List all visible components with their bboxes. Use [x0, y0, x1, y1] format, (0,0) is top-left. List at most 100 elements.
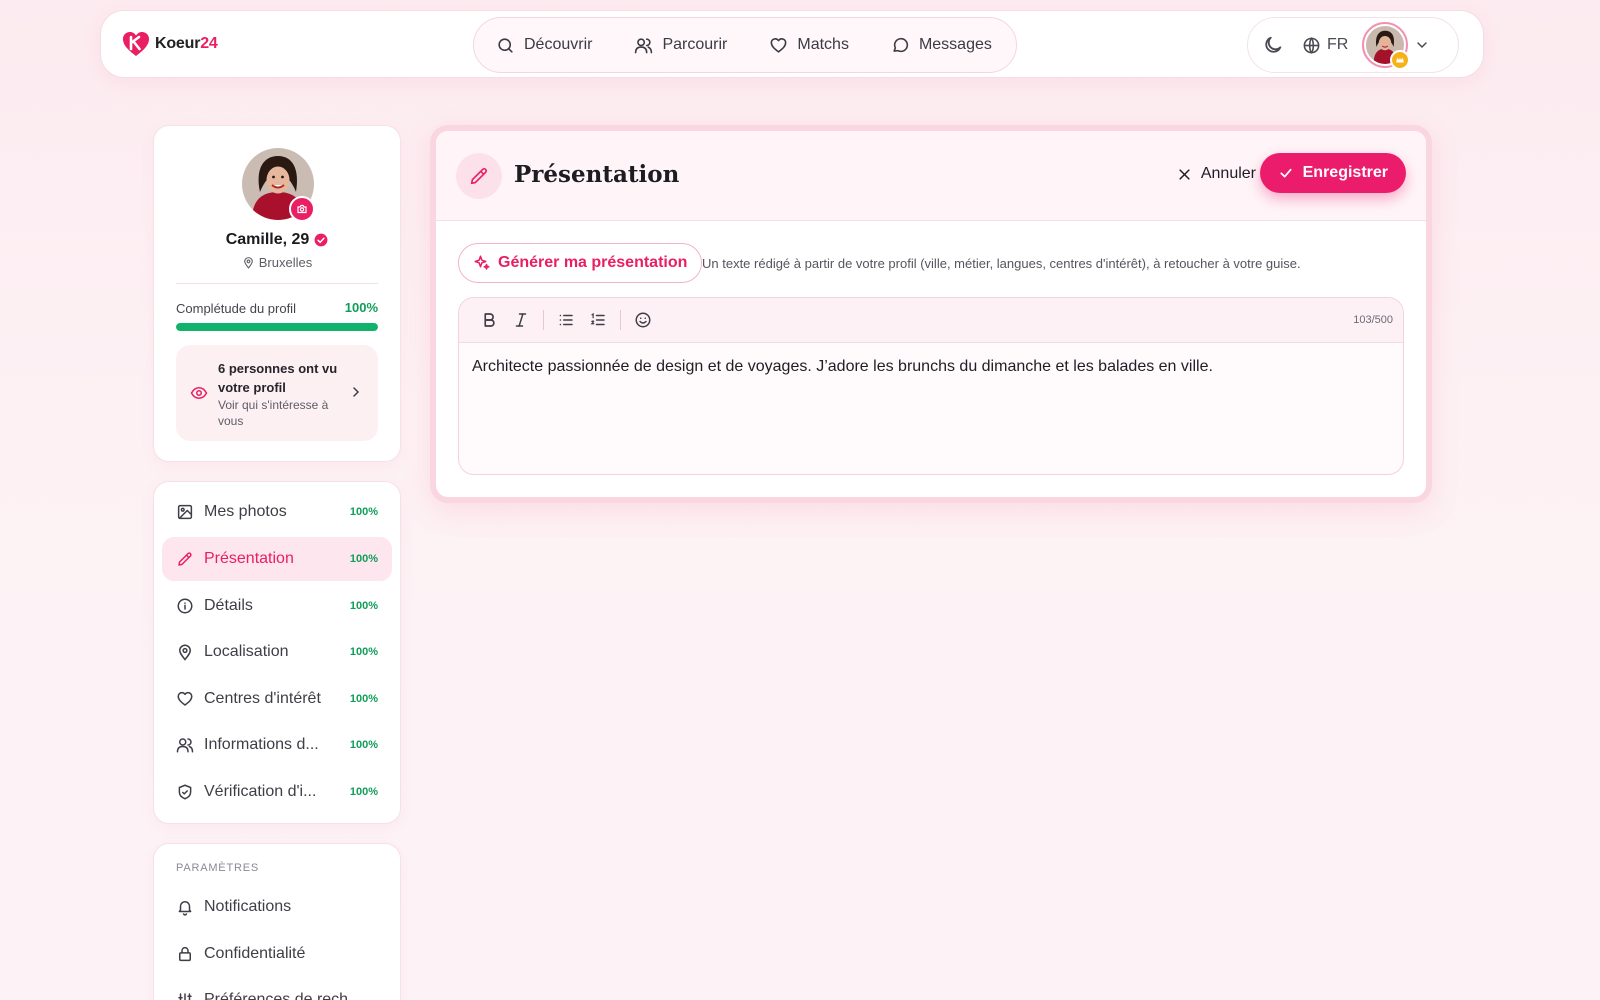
settings-heading: PARAMÈTRES: [176, 862, 259, 874]
chevron-right-icon: [353, 387, 360, 397]
settings-label: Confidentialité: [204, 945, 306, 962]
character-count: 103/500: [1353, 314, 1393, 326]
check-icon: [1280, 168, 1292, 178]
italic-button[interactable]: [505, 304, 537, 336]
menu-item-presentation[interactable]: Présentation 100%: [162, 537, 392, 581]
cancel-label: Annuler: [1200, 165, 1256, 182]
italic-icon: [515, 313, 527, 327]
nav-item-parcourir[interactable]: Parcourir: [632, 36, 747, 55]
numbered-list-icon: [590, 312, 605, 326]
brand-name: Koeur24: [155, 35, 218, 53]
heart-icon: [770, 37, 787, 53]
user-avatar-button[interactable]: [1362, 22, 1411, 70]
koeur-logo-icon: [123, 32, 149, 56]
nav-label: Matchs: [797, 36, 849, 53]
generate-label: Générer ma présentation: [498, 254, 688, 271]
users-icon: [635, 37, 653, 53]
menu-percent: 100%: [349, 786, 378, 798]
generate-hint: Un texte rédigé à partir de votre profil…: [702, 256, 1301, 271]
image-icon: [177, 504, 193, 520]
header-icon-circle: [456, 153, 502, 199]
bold-button[interactable]: [473, 304, 505, 336]
presentation-editor-card: Présentation Annuler Enregistrer Générer…: [430, 125, 1432, 503]
editor-toolbar: 103/500: [459, 298, 1403, 343]
pencil-icon: [470, 168, 487, 185]
settings-item-preferences[interactable]: Préférences de rech: [162, 978, 392, 1000]
menu-percent: 100%: [349, 739, 378, 751]
brand-name-main: Koeur: [155, 35, 201, 52]
toolbar-divider: [620, 310, 621, 330]
menu-label: Présentation: [204, 550, 294, 567]
save-button[interactable]: Enregistrer: [1259, 153, 1406, 193]
menu-item-centres-interet[interactable]: Centres d'intérêt 100%: [162, 677, 392, 721]
menu-label: Mes photos: [204, 503, 287, 520]
premium-crown-icon: [1390, 50, 1411, 70]
close-icon: [1179, 168, 1190, 180]
presentation-text-area[interactable]: Architecte passionnée de design et de vo…: [472, 356, 1389, 378]
brand-name-suffix: 24: [200, 35, 218, 52]
profile-location: Bruxelles: [154, 255, 400, 270]
emoji-button[interactable]: [627, 304, 659, 336]
settings-item-notifications[interactable]: Notifications: [162, 885, 392, 929]
user-controls: FR: [1247, 17, 1459, 73]
profile-views-link[interactable]: 6 personnes ont vu votre profil Voir qui…: [176, 345, 378, 441]
menu-label: Informations d...: [204, 736, 319, 753]
map-pin-icon: [178, 644, 192, 661]
map-pin-icon: [243, 257, 253, 269]
nav-item-matchs[interactable]: Matchs: [767, 36, 869, 55]
camera-icon[interactable]: [289, 196, 315, 222]
completion-progress-bar: [176, 323, 378, 331]
verified-badge-icon: [314, 233, 328, 247]
users-icon: [176, 738, 194, 753]
menu-item-mes-photos[interactable]: Mes photos 100%: [162, 490, 392, 534]
settings-menu: PARAMÈTRES Notifications Confidentialité…: [153, 843, 401, 1000]
rich-text-editor: 103/500 Architecte passionnée de design …: [458, 297, 1404, 475]
nav-label: Messages: [918, 36, 992, 53]
sparkles-icon: [474, 255, 490, 270]
bell-icon: [178, 901, 192, 916]
nav-item-decouvrir[interactable]: Découvrir: [494, 36, 612, 55]
profile-sections-menu: Mes photos 100% Présentation 100% Détail…: [153, 481, 401, 824]
settings-item-confidentialite[interactable]: Confidentialité: [162, 932, 392, 976]
numbered-list-button[interactable]: [582, 304, 614, 336]
completion-progress-fill: [176, 323, 378, 331]
top-navigation-bar: Koeur24 Découvrir Parcourir Matchs Messa…: [100, 10, 1484, 78]
bullet-list-button[interactable]: [550, 304, 582, 336]
eye-icon: [190, 386, 208, 400]
completion-label: Complétude du profil: [176, 301, 296, 316]
page-title: Présentation: [514, 161, 680, 188]
main-nav: Découvrir Parcourir Matchs Messages: [473, 17, 1017, 73]
menu-item-details[interactable]: Détails 100%: [162, 584, 392, 628]
settings-label: Notifications: [204, 898, 292, 915]
moon-icon[interactable]: [1262, 34, 1284, 56]
nav-label: Parcourir: [662, 36, 728, 53]
profile-views-subtitle: Voir qui s'intéresse à vous: [218, 398, 329, 428]
bullet-list-icon: [559, 314, 573, 326]
completion-value: 100%: [344, 300, 378, 315]
info-icon: [177, 598, 193, 614]
generate-presentation-button[interactable]: Générer ma présentation: [458, 243, 703, 283]
menu-item-verification[interactable]: Vérification d'i... 100%: [162, 770, 392, 814]
search-icon: [498, 37, 513, 53]
editor-header: Présentation Annuler Enregistrer: [436, 131, 1426, 221]
cancel-button[interactable]: Annuler: [1177, 165, 1256, 183]
heart-icon: [177, 691, 193, 706]
smile-icon: [635, 312, 651, 328]
menu-item-localisation[interactable]: Localisation 100%: [162, 630, 392, 674]
brand-logo[interactable]: Koeur24: [121, 29, 218, 59]
profile-name-text: Camille, 29: [225, 231, 310, 248]
settings-label: Préférences de rech: [204, 991, 349, 1000]
pencil-icon: [178, 552, 192, 566]
shield-check-icon: [178, 784, 192, 800]
bold-icon: [484, 313, 495, 327]
profile-city-text: Bruxelles: [258, 255, 313, 270]
language-selector[interactable]: FR: [1302, 36, 1348, 55]
profile-name: Camille, 29: [154, 231, 400, 249]
nav-item-messages[interactable]: Messages: [889, 36, 1012, 55]
profile-summary-card: Camille, 29 Bruxelles Complétude du prof…: [153, 125, 401, 462]
save-label: Enregistrer: [1302, 164, 1388, 181]
globe-icon: [1303, 36, 1320, 54]
chevron-down-icon[interactable]: [1414, 37, 1430, 53]
menu-item-informations[interactable]: Informations d... 100%: [162, 723, 392, 767]
menu-percent: 100%: [349, 553, 378, 565]
